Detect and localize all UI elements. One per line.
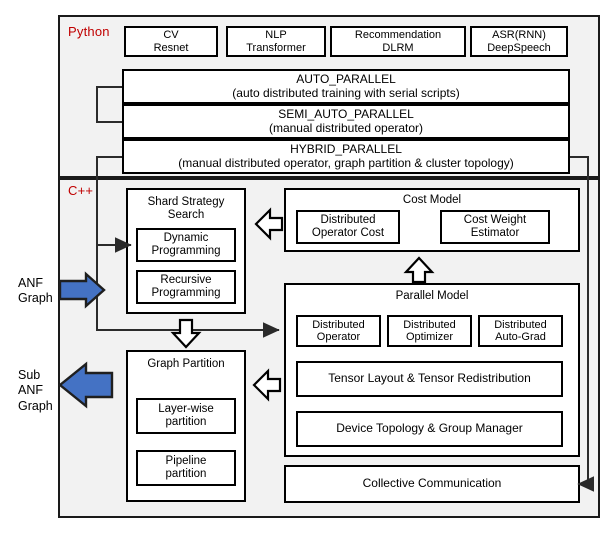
model-box-cv: CV Resnet (124, 26, 218, 57)
shard-strategy-item-recursive-programming: Recursive Programming (136, 270, 236, 304)
shard-strategy-search-title: Shard Strategy Search (147, 196, 225, 221)
parallel-model-row-device-topology: Device Topology & Group Manager (296, 411, 563, 447)
parallel-model-item-distributed-operator: Distributed Operator (296, 315, 381, 347)
parallel-model-item-distributed-optimizer: Distributed Optimizer (387, 315, 472, 347)
graph-partition-item-pipeline: Pipeline partition (136, 450, 236, 486)
mode-box-semi-auto-parallel-text: SEMI_AUTO_PARALLEL (manual distributed op… (268, 107, 424, 135)
cost-model-item-distributed-operator-cost-text: Distributed Operator Cost (311, 214, 385, 239)
mode-box-semi-auto-parallel: SEMI_AUTO_PARALLEL (manual distributed op… (122, 104, 570, 139)
parallel-model-row-tensor-layout: Tensor Layout & Tensor Redistribution (296, 361, 563, 397)
collective-communication-box: Collective Communication (284, 465, 580, 503)
cost-model-item-distributed-operator-cost: Distributed Operator Cost (296, 210, 400, 244)
sub-anf-graph-output-label: Sub ANF Graph (18, 368, 53, 413)
cost-model-item-cost-weight-estimator: Cost Weight Estimator (440, 210, 550, 244)
model-box-asr-text: ASR(RNN) DeepSpeech (487, 29, 551, 54)
graph-partition-title: Graph Partition (147, 358, 225, 370)
shard-strategy-item-dynamic-programming-text: Dynamic Programming (151, 232, 221, 257)
architecture-diagram: Python CV Resnet NLP Transformer Recommend… (0, 0, 616, 539)
model-box-nlp: NLP Transformer (226, 26, 326, 57)
model-box-nlp-text: NLP Transformer (246, 29, 306, 54)
mode-box-auto-parallel: AUTO_PARALLEL (auto distributed training … (122, 69, 570, 104)
anf-graph-input-label: ANF Graph (18, 276, 53, 306)
shard-strategy-item-dynamic-programming: Dynamic Programming (136, 228, 236, 262)
model-box-asr: ASR(RNN) DeepSpeech (470, 26, 568, 57)
graph-partition-item-layer-wise-text: Layer-wise partition (158, 403, 214, 428)
graph-partition-item-pipeline-text: Pipeline partition (165, 455, 207, 480)
parallel-model-item-distributed-auto-grad: Distributed Auto-Grad (478, 315, 563, 347)
mode-box-auto-parallel-text: AUTO_PARALLEL (auto distributed training … (232, 72, 460, 100)
model-box-cv-text: CV Resnet (153, 29, 189, 54)
shard-strategy-item-recursive-programming-text: Recursive Programming (151, 274, 221, 299)
parallel-model-item-distributed-optimizer-text: Distributed Optimizer (403, 318, 456, 343)
model-box-recommendation-text: Recommendation DLRM (354, 29, 442, 54)
cost-model-item-cost-weight-estimator-text: Cost Weight Estimator (463, 214, 527, 239)
cpp-section-label: C++ (68, 183, 94, 198)
parallel-model-item-distributed-auto-grad-text: Distributed Auto-Grad (494, 318, 547, 343)
parallel-model-item-distributed-operator-text: Distributed Operator (312, 318, 365, 343)
mode-box-hybrid-parallel-text: HYBRID_PARALLEL (manual distributed opera… (178, 142, 514, 170)
graph-partition-item-layer-wise: Layer-wise partition (136, 398, 236, 434)
mode-box-hybrid-parallel: HYBRID_PARALLEL (manual distributed opera… (122, 139, 570, 174)
python-section-label: Python (68, 24, 110, 39)
parallel-model-title: Parallel Model (395, 290, 469, 302)
model-box-recommendation: Recommendation DLRM (330, 26, 466, 57)
cost-model-title: Cost Model (402, 194, 462, 206)
